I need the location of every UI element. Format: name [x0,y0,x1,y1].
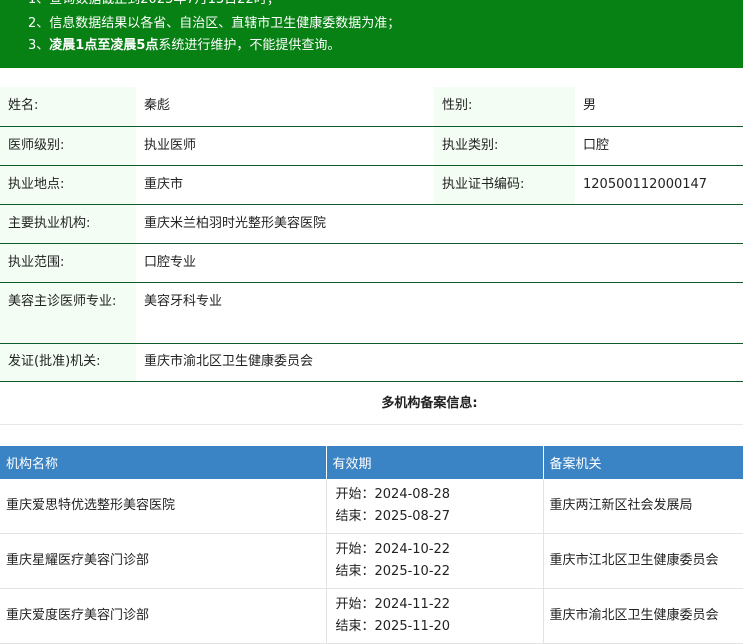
info-row-level: 医师级别: 执业医师 执业类别: 口腔 [0,126,743,166]
notice-maintenance-time: 凌晨1点至凌晨5点 [49,38,159,53]
scope-label: 执业范围: [0,243,136,283]
location-value: 重庆市 [136,165,434,205]
record-authority: 重庆市渝北区卫生健康委员会 [543,588,743,644]
record-authority: 重庆市江北区卫生健康委员会 [543,533,743,589]
record-validity: 开始：2024-11-22 结束：2025-11-20 [326,588,544,644]
notice-line-2: 2、信息数据结果以各省、自治区、直辖市卫生健康委数据为准； [28,16,401,31]
info-row-org: 主要执业机构: 重庆米兰柏羽时光整形美容医院 [0,204,743,244]
location-label: 执业地点: [0,165,136,205]
doctor-info-table: 姓名: 秦彪 性别: 男 医师级别: 执业医师 执业类别: 口腔 执业地点: 重… [0,87,743,382]
end-prefix: 结束： [335,564,375,579]
start-prefix: 开始： [335,487,375,502]
cert-value: 120500112000147 [575,165,743,205]
authority-value: 重庆市渝北区卫生健康委员会 [136,343,743,382]
table-row: 重庆爱思特优选整形美容医院 开始：2024-08-28 结束：2025-08-2… [0,479,743,534]
record-institution: 重庆爱思特优选整形美容医院 [0,479,327,534]
authority-label: 发证(批准)机关: [0,343,136,382]
end-date: 2025-08-27 [374,509,451,524]
info-row-authority: 发证(批准)机关: 重庆市渝北区卫生健康委员会 [0,343,743,382]
name-label: 姓名: [0,87,136,127]
notice-banner: 1、查询数据截止到2025年7月13日22时； 2、信息数据结果以各省、自治区、… [0,0,743,68]
cosmetic-label: 美容主诊医师专业: [0,282,136,344]
cosmetic-value: 美容牙科专业 [136,282,743,344]
multi-institution-title: 多机构备案信息: [0,383,743,425]
org-value: 重庆米兰柏羽时光整形美容医院 [136,204,743,244]
start-date: 2024-08-28 [374,487,451,502]
record-institution: 重庆爱度医疗美容门诊部 [0,588,327,644]
level-value: 执业医师 [136,126,434,166]
gender-value: 男 [575,87,743,127]
info-row-cosmetic: 美容主诊医师专业: 美容牙科专业 [0,282,743,344]
col-header-validity: 有效期 [326,446,544,479]
record-validity: 开始：2024-10-22 结束：2025-10-22 [326,533,544,589]
record-validity: 开始：2024-08-28 结束：2025-08-27 [326,479,544,534]
records-header-row: 机构名称 有效期 备案机关 [0,446,743,479]
end-date: 2025-11-20 [374,619,451,634]
scope-value: 口腔专业 [136,243,743,283]
col-header-institution: 机构名称 [0,446,327,479]
info-row-location: 执业地点: 重庆市 执业证书编码: 120500112000147 [0,165,743,205]
end-prefix: 结束： [335,619,375,634]
col-header-authority: 备案机关 [543,446,743,479]
record-authority: 重庆两江新区社会发展局 [543,479,743,534]
record-start: 开始：2024-08-28 [336,484,537,506]
record-end: 结束：2025-11-20 [336,616,537,638]
record-start: 开始：2024-10-22 [336,539,537,561]
record-institution: 重庆星耀医疗美容门诊部 [0,533,327,589]
notice-line-3-suffix: 系统进行维护，不能提供查询。 [158,38,341,53]
record-start: 开始：2024-11-22 [336,594,537,616]
gender-label: 性别: [434,87,575,127]
category-label: 执业类别: [434,126,575,166]
org-label: 主要执业机构: [0,204,136,244]
notice-line-3-prefix: 3、 [28,38,50,53]
start-prefix: 开始： [335,597,375,612]
table-row: 重庆爱度医疗美容门诊部 开始：2024-11-22 结束：2025-11-20 … [0,588,743,644]
end-date: 2025-10-22 [374,564,451,579]
record-end: 结束：2025-08-27 [336,506,537,528]
table-row: 重庆星耀医疗美容门诊部 开始：2024-10-22 结束：2025-10-22 … [0,533,743,589]
notice-line-1: 1、查询数据截止到2025年7月13日22时； [28,0,280,9]
level-label: 医师级别: [0,126,136,166]
record-end: 结束：2025-10-22 [336,561,537,583]
name-value: 秦彪 [136,87,434,127]
start-date: 2024-11-22 [374,597,451,612]
records-table: 机构名称 有效期 备案机关 重庆爱思特优选整形美容医院 开始：2024-08-2… [0,446,743,644]
cert-label: 执业证书编码: [434,165,575,205]
notice-line-3: 3、凌晨1点至凌晨5点系统进行维护，不能提供查询。 [28,37,340,55]
start-prefix: 开始： [335,542,375,557]
info-row-name: 姓名: 秦彪 性别: 男 [0,87,743,127]
category-value: 口腔 [575,126,743,166]
start-date: 2024-10-22 [374,542,451,557]
end-prefix: 结束： [335,509,375,524]
info-row-scope: 执业范围: 口腔专业 [0,243,743,283]
